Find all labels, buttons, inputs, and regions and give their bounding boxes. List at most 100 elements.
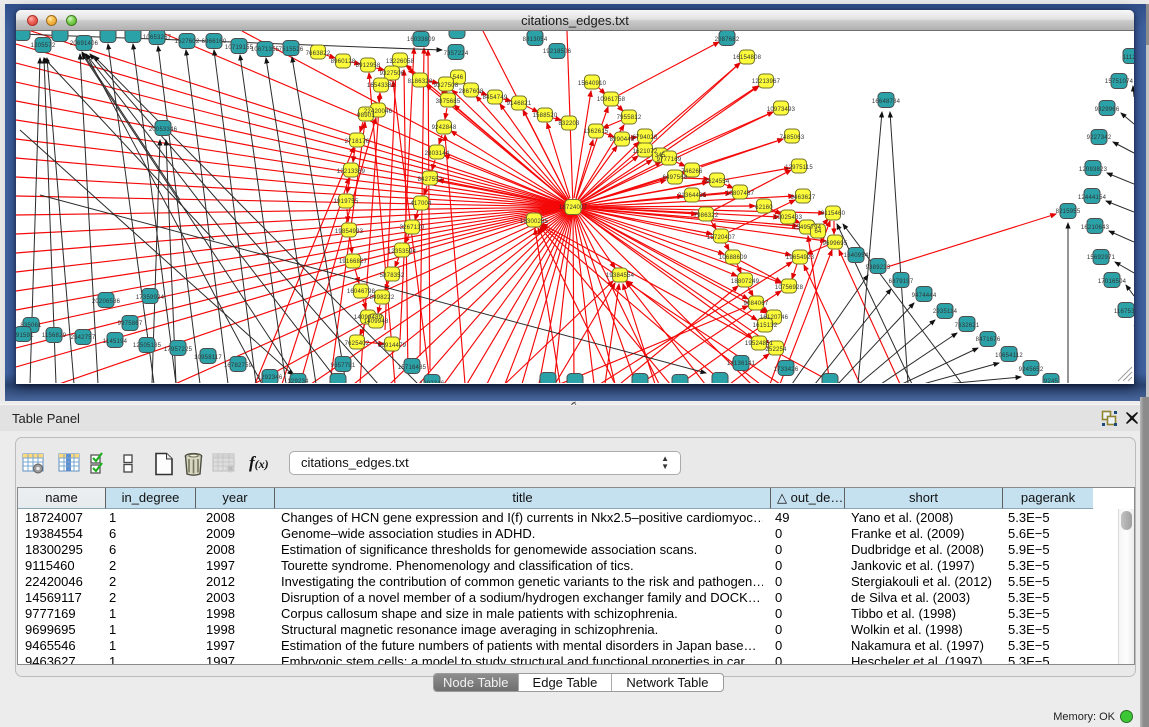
svg-text:13226058: 13226058 [386,59,415,65]
svg-text:391591: 391591 [16,333,34,339]
svg-text:62160: 62160 [755,205,773,211]
svg-text:7955812: 7955812 [617,115,642,121]
svg-text:98901: 98901 [357,113,375,119]
svg-text:12093823: 12093823 [1079,167,1108,173]
svg-text:129234: 129234 [287,379,309,383]
svg-text:1409948: 1409948 [364,319,389,325]
svg-text:2942757: 2942757 [71,335,96,341]
svg-text:252254: 252254 [765,347,787,353]
svg-text:546: 546 [453,75,464,81]
svg-text:10654112: 10654112 [995,353,1023,359]
svg-text:1292346: 1292346 [420,381,445,383]
svg-text:3875685: 3875685 [436,99,461,105]
svg-text:10719155: 10719155 [225,45,254,51]
svg-text:9975867: 9975867 [118,321,143,327]
svg-text:1527602: 1527602 [175,39,200,45]
svg-text:21364436: 21364436 [678,193,707,199]
svg-text:11121: 11121 [1123,55,1134,61]
svg-text:2087682: 2087682 [715,37,740,43]
svg-text:9463627: 9463627 [791,195,816,201]
svg-text:9245652: 9245652 [1019,367,1044,373]
svg-text:10025433: 10025433 [774,215,803,221]
svg-text:12505185: 12505185 [133,343,162,349]
svg-text:18300295: 18300295 [520,219,549,225]
svg-text:2803144: 2803144 [425,151,450,157]
svg-text:16914479: 16914479 [378,343,407,349]
svg-text:1362615: 1362615 [584,129,609,135]
svg-text:7663822: 7663822 [306,51,331,57]
svg-text:12444154: 12444154 [1078,195,1107,201]
svg-text:10958117: 10958117 [194,355,222,361]
svg-text:8454749: 8454749 [483,95,508,101]
svg-text:20691406: 20691406 [70,41,99,47]
svg-text:9146821: 9146821 [507,101,532,107]
svg-text:9327506: 9327506 [380,71,405,77]
svg-text:1156829: 1156829 [42,333,67,339]
svg-text:18807249: 18807249 [731,279,760,285]
svg-text:12353594: 12353594 [388,249,417,255]
svg-text:12213369: 12213369 [337,169,366,175]
svg-text:3267130: 3267130 [400,225,425,231]
svg-text:64: 64 [814,229,822,235]
svg-text:12213967: 12213967 [752,79,781,85]
svg-text:10973493: 10973493 [767,107,796,113]
svg-text:19218506: 19218506 [543,49,572,55]
svg-text:1615132: 1615132 [753,323,778,329]
svg-text:1919755: 1919755 [334,199,359,205]
svg-text:9329966: 9329966 [1095,107,1120,113]
svg-text:8813054: 8813054 [523,37,548,43]
svg-text:8960128: 8960128 [331,59,356,65]
svg-text:2867608: 2867608 [459,89,484,95]
svg-text:7485063: 7485063 [780,135,805,141]
svg-text:9245: 9245 [1044,379,1059,383]
svg-text:6966160: 6966160 [202,39,227,45]
svg-text:20206586: 20206586 [92,299,121,305]
svg-text:10807487: 10807487 [726,191,755,197]
svg-text:15720407: 15720407 [707,235,736,241]
svg-text:1145194: 1145194 [103,339,128,345]
svg-text:19384554: 19384554 [606,273,635,279]
svg-text:7625402: 7625402 [345,341,370,347]
svg-text:12975115: 12975115 [785,165,813,171]
svg-text:17359924: 17359924 [136,295,165,301]
svg-text:17957225: 17957225 [164,347,193,353]
svg-text:8498222: 8498222 [370,295,395,301]
svg-text:16210643: 16210643 [1081,225,1110,231]
svg-text:9227342: 9227342 [1087,135,1112,141]
svg-text:16782759: 16782759 [224,363,253,369]
svg-text:5878352: 5878352 [380,273,405,279]
svg-text:417004: 417004 [410,201,432,207]
svg-text:9327508: 9327508 [434,83,459,89]
svg-text:1205572: 1205572 [31,43,56,49]
svg-text:15716485: 15716485 [398,365,427,371]
svg-text:3624554: 3624554 [705,179,730,185]
svg-text:9699695: 9699695 [823,241,848,247]
svg-text:8215955: 8215955 [1056,209,1081,215]
svg-text:8912958: 8912958 [356,63,381,69]
svg-text:15640910: 15640910 [578,81,607,87]
svg-text:14136141: 14136141 [727,361,756,367]
svg-text:16648784: 16648784 [872,99,901,105]
svg-text:8186328: 8186328 [408,79,433,85]
svg-text:6879197: 6879197 [889,279,914,285]
svg-text:2935114: 2935114 [933,309,958,315]
svg-text:8427552: 8427552 [418,177,443,183]
svg-text:1640954: 1640954 [844,253,869,259]
svg-text:8471676: 8471676 [976,337,1001,343]
svg-text:15751074: 15751074 [1105,79,1134,85]
svg-text:832203: 832203 [558,121,580,127]
svg-text:19854933: 19854933 [335,229,364,235]
svg-text:8990448: 8990448 [610,137,635,143]
svg-text:1733426: 1733426 [774,367,799,373]
svg-text:7515526: 7515526 [279,47,304,53]
svg-text:835061: 835061 [20,323,42,329]
svg-text:6794028: 6794028 [633,135,658,141]
svg-text:16033809: 16033809 [407,37,436,43]
svg-text:16543382: 16543382 [367,83,396,89]
svg-text:18724007: 18724007 [559,205,588,211]
svg-text:9777169: 9777169 [657,157,682,163]
svg-text:10653267: 10653267 [143,35,172,41]
svg-text:10671355: 10671355 [251,47,280,53]
svg-text:19166827: 19166827 [339,259,368,265]
svg-text:1167533: 1167533 [1114,309,1134,315]
